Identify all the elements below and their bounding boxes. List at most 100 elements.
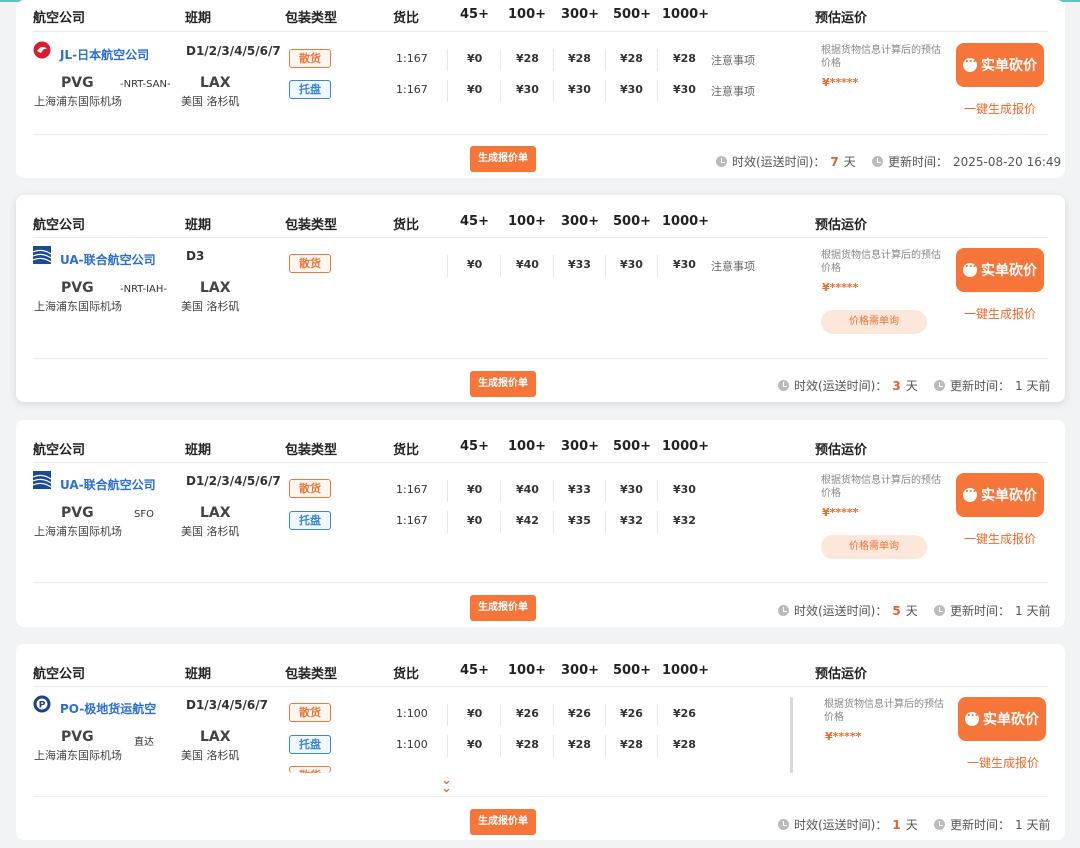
estimate-price-hidden: ¥***** bbox=[825, 730, 862, 743]
update-time: 更新时间： 2025-08-20 16:49 bbox=[872, 153, 1061, 170]
notes-link[interactable]: 注意事项 bbox=[711, 52, 755, 68]
column-header: 航空公司 班期 包装类型 货比 45+ 100+ 300+ 500+ 1000+… bbox=[33, 663, 868, 682]
rate-300: ¥30 bbox=[568, 83, 591, 96]
origin-code: PVG bbox=[61, 280, 94, 296]
rate-ratio: 1:167 bbox=[396, 52, 428, 65]
estimate-note: 根据货物信息计算后的预估价格 bbox=[824, 699, 944, 723]
rate-1000: ¥28 bbox=[673, 738, 696, 751]
via-route: -NRT-IAH- bbox=[120, 284, 168, 295]
divider bbox=[33, 358, 1048, 359]
chat-bubble-icon bbox=[963, 54, 977, 72]
rate-1000: ¥30 bbox=[673, 483, 696, 496]
rate-500: ¥30 bbox=[620, 483, 643, 496]
col-estimate: 预估运价 bbox=[815, 11, 868, 26]
bargain-button[interactable]: 实单砍价 bbox=[956, 473, 1044, 517]
divider bbox=[33, 582, 1048, 583]
col-300: 300+ bbox=[561, 7, 600, 22]
bargain-button[interactable]: 实单砍价 bbox=[958, 697, 1046, 741]
rates-scrollbar[interactable] bbox=[790, 697, 793, 773]
update-time: 更新时间： 1 天前 bbox=[934, 377, 1050, 394]
route-card-ua-sfo: 航空公司 班期 包装类型 货比 45+ 100+ 300+ 500+ 1000+… bbox=[16, 420, 1065, 627]
notes-link[interactable]: 注意事项 bbox=[711, 83, 755, 99]
estimate-price-hidden: ¥***** bbox=[822, 506, 859, 519]
rate-100: ¥30 bbox=[516, 83, 539, 96]
one-click-quote-link[interactable]: 一键生成报价 bbox=[964, 305, 1036, 322]
estimate-note: 根据货物信息计算后的预估价格 bbox=[821, 45, 941, 69]
clock-icon bbox=[778, 380, 789, 391]
rate-row: 1:167 ¥0 ¥42 ¥35 ¥32 ¥32 bbox=[16, 511, 796, 533]
col-100: 100+ bbox=[508, 7, 547, 22]
chat-bubble-icon bbox=[965, 708, 979, 726]
rate-ratio: 1:167 bbox=[396, 83, 428, 96]
rate-500: ¥26 bbox=[620, 707, 643, 720]
divider bbox=[33, 237, 1048, 238]
transit-time: 时效(运送时间)： 3 天 bbox=[778, 377, 918, 394]
rate-100: ¥40 bbox=[516, 483, 539, 496]
clock-icon bbox=[934, 380, 945, 391]
rate-45: ¥0 bbox=[467, 738, 483, 751]
rate-row: 1:167 ¥0 ¥40 ¥33 ¥30 ¥30 bbox=[16, 480, 796, 502]
rate-45: ¥0 bbox=[467, 83, 483, 96]
rate-ratio: 1:100 bbox=[396, 707, 428, 720]
notes-link[interactable]: 注意事项 bbox=[711, 258, 755, 274]
clock-icon bbox=[934, 819, 945, 830]
rate-100: ¥28 bbox=[516, 738, 539, 751]
generate-quote-button[interactable]: 生成报价单 bbox=[470, 371, 536, 397]
rate-1000: ¥26 bbox=[673, 707, 696, 720]
dest-code: LAX bbox=[200, 280, 231, 296]
one-click-quote-link[interactable]: 一键生成报价 bbox=[964, 530, 1036, 547]
rate-500: ¥30 bbox=[620, 83, 643, 96]
rate-45: ¥0 bbox=[467, 52, 483, 65]
divider bbox=[33, 31, 1048, 32]
clock-icon bbox=[778, 605, 789, 616]
rate-300: ¥26 bbox=[568, 707, 591, 720]
price-inquiry-badge[interactable]: 价格需单询 bbox=[821, 535, 927, 559]
col-pack-type: 包装类型 bbox=[285, 11, 338, 26]
chevron-down-icon[interactable]: ⌄ ⌄ bbox=[441, 774, 452, 795]
rate-100: ¥26 bbox=[516, 707, 539, 720]
transit-time: 时效(运送时间)： 5 天 bbox=[778, 602, 918, 619]
rate-1000: ¥28 bbox=[673, 52, 696, 65]
dest-name: 美国 洛杉矶 bbox=[181, 300, 240, 313]
generate-quote-button[interactable]: 生成报价单 bbox=[470, 809, 536, 835]
rate-row: 1:167 ¥0 ¥30 ¥30 ¥30 ¥30 注意事项 bbox=[16, 80, 796, 102]
clock-icon bbox=[934, 605, 945, 616]
rate-300: ¥33 bbox=[568, 258, 591, 271]
divider bbox=[33, 134, 1048, 135]
rate-row: 1:100 ¥0 ¥26 ¥26 ¥26 ¥26 bbox=[16, 704, 796, 726]
rate-500: ¥32 bbox=[620, 514, 643, 527]
col-airline: 航空公司 bbox=[33, 11, 86, 26]
bargain-button[interactable]: 实单砍价 bbox=[956, 248, 1044, 292]
transit-time: 时效(运送时间)： 1 天 bbox=[778, 816, 918, 833]
price-inquiry-badge[interactable]: 价格需单询 bbox=[821, 310, 927, 334]
column-header: 航空公司 班期 包装类型 货比 45+ 100+ 300+ 500+ 1000+… bbox=[33, 214, 868, 233]
rate-45: ¥0 bbox=[467, 514, 483, 527]
rate-1000: ¥30 bbox=[673, 83, 696, 96]
estimate-note: 根据货物信息计算后的预估价格 bbox=[821, 250, 941, 274]
rate-ratio: 1:100 bbox=[396, 738, 428, 751]
one-click-quote-link[interactable]: 一键生成报价 bbox=[967, 754, 1039, 771]
generate-quote-button[interactable]: 生成报价单 bbox=[470, 146, 536, 172]
column-header: 航空公司 班期 包装类型 货比 45+ 100+ 300+ 500+ 1000+… bbox=[33, 439, 868, 458]
tag-bulk-clipped: 散货 bbox=[289, 766, 331, 773]
rate-row: 1:100 ¥0 ¥28 ¥28 ¥28 ¥28 bbox=[16, 735, 796, 757]
clock-icon bbox=[778, 819, 789, 830]
rate-45: ¥0 bbox=[467, 707, 483, 720]
rate-100: ¥40 bbox=[516, 258, 539, 271]
divider bbox=[33, 686, 1048, 687]
column-header: 航空公司 班期 包装类型 货比 45+ 100+ 300+ 500+ 1000+… bbox=[16, 0, 1065, 30]
one-click-quote-link[interactable]: 一键生成报价 bbox=[964, 100, 1036, 117]
generate-quote-button[interactable]: 生成报价单 bbox=[470, 595, 536, 621]
bargain-button[interactable]: 实单砍价 bbox=[956, 43, 1044, 87]
divider bbox=[33, 796, 1048, 797]
route-card-po: 航空公司 班期 包装类型 货比 45+ 100+ 300+ 500+ 1000+… bbox=[16, 644, 1065, 840]
rate-500: ¥28 bbox=[620, 52, 643, 65]
col-ratio: 货比 bbox=[393, 11, 420, 26]
clock-icon bbox=[872, 156, 883, 167]
chat-bubble-icon bbox=[963, 484, 977, 502]
clock-icon bbox=[716, 156, 727, 167]
origin-name: 上海浦东国际机场 bbox=[34, 300, 122, 313]
rate-500: ¥30 bbox=[620, 258, 643, 271]
chat-bubble-icon bbox=[963, 259, 977, 277]
col-45: 45+ bbox=[460, 7, 489, 22]
